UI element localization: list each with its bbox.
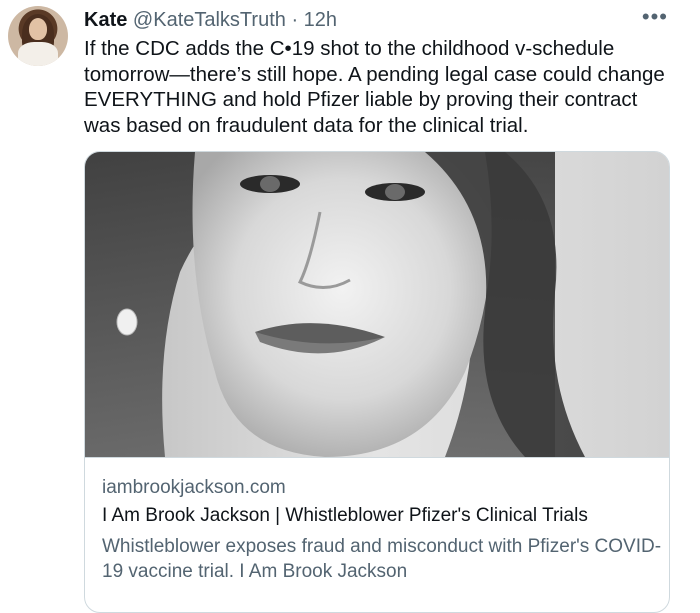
portrait-photo xyxy=(85,152,669,457)
header-separator: · xyxy=(291,9,299,31)
author-handle[interactable]: @KateTalksTruth xyxy=(133,9,286,31)
card-image[interactable] xyxy=(85,152,669,457)
card-domain[interactable]: iambrookjackson.com xyxy=(102,477,286,499)
tweet-text: If the CDC adds the C•19 shot to the chi… xyxy=(84,37,665,137)
tweet-timestamp[interactable]: 12h xyxy=(304,9,337,31)
card-divider xyxy=(85,457,669,458)
tweet: Kate @KateTalksTruth · 12h ••• If the CD… xyxy=(0,0,700,613)
tweet-header: Kate @KateTalksTruth · 12h xyxy=(84,8,337,32)
avatar-body xyxy=(18,42,58,66)
author-name[interactable]: Kate xyxy=(84,9,127,31)
card-description: Whistleblower exposes fraud and miscondu… xyxy=(102,536,662,582)
avatar-face xyxy=(29,18,47,40)
card-title[interactable]: I Am Brook Jackson | Whistleblower Pfize… xyxy=(102,505,588,527)
avatar[interactable] xyxy=(8,6,68,66)
link-card[interactable]: iambrookjackson.com I Am Brook Jackson |… xyxy=(84,151,670,613)
more-horizontal-icon[interactable]: ••• xyxy=(642,4,668,30)
